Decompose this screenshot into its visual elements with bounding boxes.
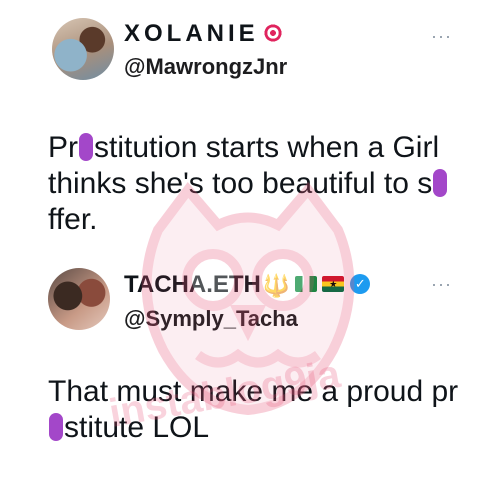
tweet-text-segment: ffer.: [48, 203, 98, 236]
tweet-text-segment: stitution starts when a Girl thinks she'…: [48, 131, 440, 200]
display-name-text[interactable]: XOLANIE: [124, 20, 259, 47]
ghana-flag-icon: [322, 275, 345, 292]
display-name-text[interactable]: TACHA.ETH: [124, 271, 261, 298]
target-icon: [262, 22, 283, 43]
trident-icon: 🔱: [262, 272, 291, 298]
verified-icon: ✓: [350, 273, 371, 294]
user-handle[interactable]: @MawrongzJnr: [124, 54, 287, 80]
censor-blot: [49, 413, 63, 441]
more-options-icon[interactable]: ···: [431, 274, 452, 295]
tweet-text-segment: stitute LOL: [64, 411, 210, 444]
tweet-text-segment: Pr: [48, 131, 78, 164]
display-name[interactable]: XOLANIE: [124, 20, 283, 48]
tweet-text: That must make me a proud prstitute LOL: [48, 374, 468, 446]
more-options-icon[interactable]: ···: [431, 26, 452, 47]
tweet-text-segment: That must make me a proud pr: [48, 375, 459, 408]
avatar[interactable]: [52, 18, 114, 80]
tweet-text: Pr stitution starts when a Girl thinks sh…: [48, 130, 468, 238]
censor-blot: [433, 169, 448, 197]
avatar[interactable]: [48, 268, 110, 330]
censor-blot: [79, 133, 93, 161]
user-handle[interactable]: @Symply_Tacha: [124, 306, 298, 332]
nigeria-flag-icon: [295, 275, 318, 292]
display-name[interactable]: TACHA.ETH🔱 ✓: [124, 271, 371, 299]
